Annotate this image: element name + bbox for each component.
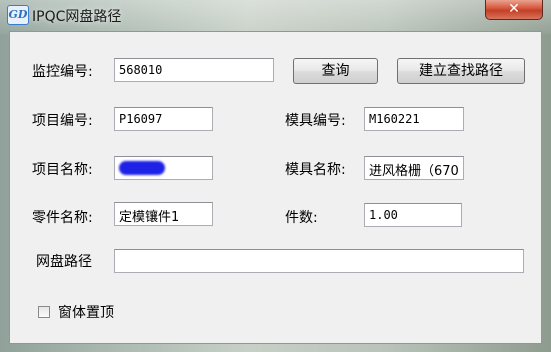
project-name-label: 项目名称: — [32, 162, 93, 178]
monitor-no-label: 监控编号: — [32, 64, 93, 80]
project-no-input[interactable]: P16097 — [114, 107, 213, 131]
net-path-input[interactable] — [114, 249, 524, 273]
dialog-body: 监控编号: 568010 查询 建立查找路径 项目编号: P16097 模具编号… — [9, 31, 542, 344]
mold-no-label: 模具编号: — [285, 113, 346, 129]
mold-name-label: 模具名称: — [285, 162, 346, 178]
part-name-label: 零件名称: — [32, 210, 93, 226]
topmost-checkbox[interactable] — [38, 306, 50, 318]
quantity-input[interactable]: 1.00 — [364, 203, 462, 227]
project-name-input[interactable] — [114, 156, 213, 180]
build-path-button[interactable]: 建立查找路径 — [397, 58, 525, 84]
mold-name-input[interactable]: 进风格栅（670 — [364, 156, 464, 180]
project-no-label: 项目编号: — [32, 113, 93, 129]
part-name-input[interactable]: 定模镶件1 — [114, 202, 213, 226]
close-icon: ✕ — [508, 1, 520, 17]
window-title: IPQC网盘路径 — [32, 9, 122, 25]
query-button[interactable]: 查询 — [293, 58, 378, 84]
app-icon: GD — [7, 5, 29, 25]
title-bar[interactable]: GD IPQC网盘路径 ✕ — [0, 0, 551, 30]
topmost-label[interactable]: 窗体置顶 — [58, 302, 114, 322]
monitor-no-input[interactable]: 568010 — [114, 58, 274, 82]
redaction-scribble — [119, 161, 165, 175]
quantity-label: 件数: — [285, 210, 318, 226]
close-button[interactable]: ✕ — [485, 0, 543, 20]
mold-no-input[interactable]: M160221 — [364, 107, 464, 131]
net-path-label: 网盘路径 — [36, 254, 92, 270]
